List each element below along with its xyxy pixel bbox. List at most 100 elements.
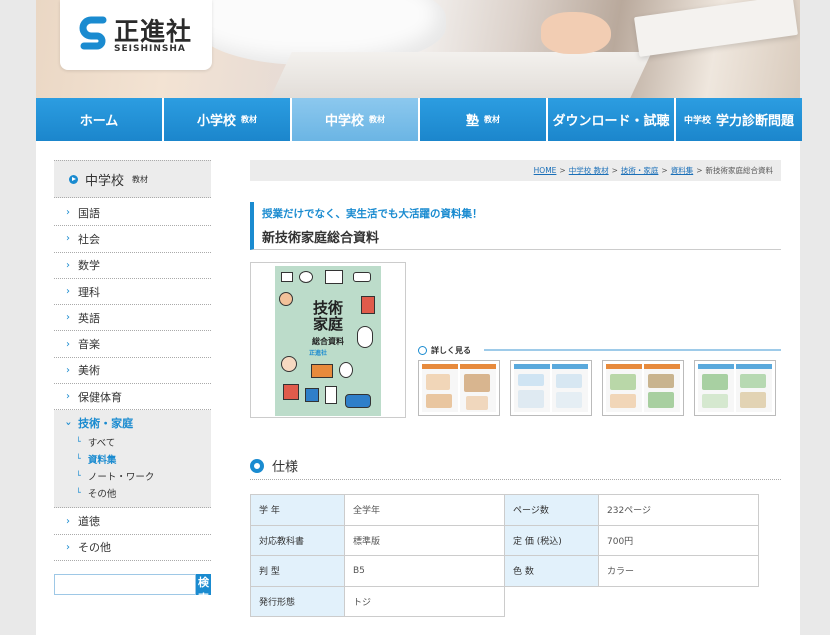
sidebar-item-label: 保健体育 — [78, 390, 122, 404]
breadcrumb: HOME > 中学校 教材 > 技術・家庭 > 資料集 > 新技術家庭総合資料 — [250, 160, 781, 181]
logo-name: 正進社 — [114, 17, 193, 46]
corner-arrow-icon: └ — [76, 437, 81, 447]
spec-value: トジ — [344, 585, 505, 617]
nav-item-label: 中学校 — [324, 114, 364, 129]
sidebar-open-title[interactable]: › 技術・家庭 — [62, 415, 211, 431]
spec-row: ページ数 232ページ — [504, 494, 759, 526]
detail-label[interactable]: 詳しく見る — [418, 345, 471, 356]
spec-heading-label: 仕様 — [272, 460, 299, 475]
sidebar-subitem[interactable]: └ その他 — [66, 484, 211, 501]
spec-value: B5 — [344, 555, 505, 587]
sidebar-heading[interactable]: 中学校 教材 — [54, 160, 211, 198]
spec-key: ページ数 — [504, 494, 599, 526]
sidebar-subitem[interactable]: └ 資料集 — [66, 450, 211, 467]
logo[interactable]: 正進社 SEISHINSHA — [60, 0, 212, 70]
product-cover[interactable]: 技術 家庭 総合資料 正進社 — [250, 262, 406, 418]
thumbnail-page — [644, 364, 680, 412]
sidebar-item[interactable]: › 数学 — [54, 253, 211, 279]
breadcrumb-link[interactable]: 技術・家庭 — [621, 165, 659, 176]
nav-item[interactable]: ダウンロード・試聴 — [548, 98, 674, 141]
thumbnail-page — [514, 364, 550, 412]
chevron-right-icon: › — [66, 541, 70, 553]
sidebar-item-label: 美術 — [78, 364, 100, 378]
sidebar-item-label: 社会 — [78, 232, 100, 246]
product-title-box: 授業だけでなく、実生活でも大活躍の資料集！ 新技術家庭総合資料 — [250, 202, 781, 250]
product-title: 新技術家庭総合資料 — [262, 231, 380, 246]
spec-key: 色 数 — [504, 555, 599, 587]
corner-arrow-icon: └ — [76, 471, 81, 481]
chevron-right-icon: › — [66, 233, 70, 245]
spec-value: カラー — [598, 555, 759, 587]
sidebar-item-label: その他 — [78, 541, 111, 555]
sidebar-sublist: └ すべて └ 資料集 └ ノート・ワーク └ その他 — [66, 433, 211, 501]
sidebar-item[interactable]: › 音楽 — [54, 331, 211, 358]
breadcrumb-link[interactable]: 資料集 — [671, 165, 694, 176]
magnifier-icon — [418, 346, 427, 355]
cover-illustration-icon — [299, 271, 313, 283]
nav-item-label: 小学校 — [196, 114, 236, 129]
cover-image: 技術 家庭 総合資料 正進社 — [275, 266, 381, 416]
sidebar-item[interactable]: › 国語 — [54, 200, 211, 227]
sidebar-item[interactable]: › 社会 — [54, 226, 211, 253]
sidebar-item[interactable]: › 英語 — [54, 305, 211, 332]
breadcrumb-separator: > — [559, 166, 566, 175]
nav-item-label: ホーム — [79, 114, 119, 129]
nav-item[interactable]: 塾教材 — [420, 98, 546, 141]
sample-page-thumbnail[interactable] — [418, 360, 500, 416]
chevron-right-icon: › — [66, 515, 70, 527]
chevron-right-icon: › — [66, 312, 70, 324]
search-input[interactable] — [54, 574, 196, 595]
nav-item-tag: 教材 — [241, 115, 257, 124]
chevron-right-icon: › — [66, 286, 70, 298]
thumbnail-page — [552, 364, 588, 412]
detail-divider — [418, 349, 781, 351]
spec-value: 標準版 — [344, 524, 505, 556]
cover-publisher: 正進社 — [309, 350, 328, 357]
sample-page-thumbnail[interactable] — [602, 360, 684, 416]
sidebar-subitem-label: ノート・ワーク — [87, 471, 155, 483]
chevron-right-icon: › — [66, 259, 70, 271]
breadcrumb-separator: > — [611, 166, 618, 175]
breadcrumb-current: 新技術家庭総合資料 — [705, 166, 774, 175]
banner-photo-desk — [270, 52, 652, 98]
thumbnail-page — [422, 364, 458, 412]
chevron-right-icon: › — [66, 338, 70, 350]
sidebar-item-label: 道徳 — [78, 515, 100, 529]
sample-page-thumbnail[interactable] — [694, 360, 776, 416]
corner-arrow-icon: └ — [76, 454, 81, 464]
breadcrumb-link[interactable]: 中学校 教材 — [569, 165, 609, 176]
banner-photo-hand — [541, 12, 611, 54]
sidebar-item[interactable]: › 理科 — [54, 279, 211, 306]
sidebar-item[interactable]: › 美術 — [54, 358, 211, 385]
sidebar-item-open[interactable]: › 技術・家庭 └ すべて └ 資料集 └ ノート・ワーク └ その他 — [54, 410, 211, 509]
spec-heading: 仕様 — [250, 452, 781, 480]
sidebar: 中学校 教材 › 国語 › 社会 › 数学 › 理科 › 英語 › 音楽 › 美術 › 保健体育 › 技術・家庭 └… — [54, 160, 211, 561]
breadcrumb-separator: > — [696, 166, 703, 175]
sidebar-item[interactable]: › その他 — [54, 535, 211, 561]
nav-item-tag: 教材 — [484, 115, 500, 124]
spec-key: 定 価 (税込) — [504, 524, 599, 556]
logo-mark-icon — [79, 16, 107, 50]
nav-item[interactable]: 中学校 学力診断問題 — [676, 98, 802, 141]
sidebar-subitem[interactable]: └ ノート・ワーク — [66, 467, 211, 484]
chevron-down-icon: › — [62, 421, 74, 426]
corner-arrow-icon: └ — [76, 488, 81, 498]
breadcrumb-link[interactable]: HOME — [534, 166, 557, 175]
sidebar-open-label: 技術・家庭 — [78, 417, 134, 431]
sidebar-item[interactable]: › 道徳 — [54, 508, 211, 535]
nav-item[interactable]: 中学校 教材 — [292, 98, 418, 141]
search-button[interactable]: 検索 — [196, 574, 211, 605]
sidebar-item[interactable]: › 保健体育 — [54, 384, 211, 411]
sidebar-heading-tag: 教材 — [132, 174, 149, 184]
global-nav: ホーム 小学校 教材 中学校 教材塾教材 ダウンロード・試聴 中学校 学力診断問題 — [36, 98, 802, 141]
product-lead: 授業だけでなく、実生活でも大活躍の資料集！ — [262, 208, 483, 220]
nav-item[interactable]: 小学校 教材 — [164, 98, 290, 141]
sidebar-subitem-label: 資料集 — [87, 454, 117, 466]
nav-item[interactable]: ホーム — [36, 98, 162, 141]
spec-key: 判 型 — [250, 555, 345, 587]
sidebar-subitem[interactable]: └ すべて — [66, 433, 211, 450]
cover-illustration-icon — [283, 384, 299, 400]
cover-illustration-icon — [311, 364, 333, 378]
sidebar-subitem-label: その他 — [87, 488, 117, 500]
sample-page-thumbnail[interactable] — [510, 360, 592, 416]
